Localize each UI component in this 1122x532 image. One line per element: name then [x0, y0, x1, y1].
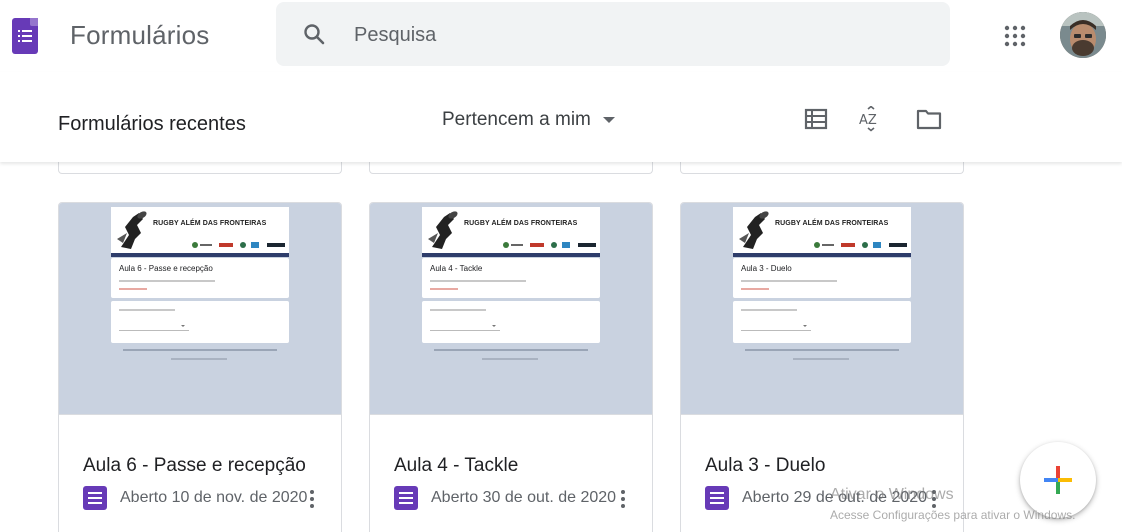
new-form-fab-button[interactable] [1020, 442, 1096, 518]
form-header-title: RUGBY ALÉM DAS FRONTEIRAS [153, 220, 267, 227]
form-title-section: Aula 4 - Tackle [422, 258, 600, 298]
form-header-image: RUGBY ALÉM DAS FRONTEIRAS [111, 207, 289, 253]
form-card-meta: Aberto 30 de out. de 2020 [394, 486, 616, 510]
form-header-title: RUGBY ALÉM DAS FRONTEIRAS [464, 220, 578, 227]
rugby-player-illustration [739, 211, 769, 249]
search-icon[interactable] [302, 22, 326, 46]
rugby-player-illustration [428, 211, 458, 249]
forms-grid: RUGBY ALÉM DAS FRONTEIRAS Aula 6 - Passe… [0, 142, 1122, 532]
forms-home-page: Formulários Pesquisa Formulários recente… [0, 0, 1122, 532]
form-question-section [111, 301, 289, 343]
sponsor-logos [814, 242, 907, 248]
folder-icon[interactable] [916, 106, 942, 132]
more-vert-icon[interactable] [307, 487, 317, 511]
form-header-band [733, 253, 911, 257]
form-thumbnail-title: Aula 4 - Tackle [430, 264, 483, 273]
form-card-meta: Aberto 29 de out. de 2020 [705, 486, 927, 510]
opened-date: Aberto 29 de out. de 2020 [742, 489, 928, 506]
form-thumbnail-title: Aula 3 - Duelo [741, 264, 792, 273]
more-vert-icon[interactable] [929, 487, 939, 511]
owner-filter-dropdown[interactable]: Pertencem a mim [442, 107, 615, 133]
recent-forms-toolbar: Formulários recentes Pertencem a mim AZ [0, 72, 1122, 162]
opened-date: Aberto 30 de out. de 2020 [431, 489, 617, 506]
sponsor-logos [192, 242, 285, 248]
more-vert-icon[interactable] [618, 487, 628, 511]
form-title-section: Aula 6 - Passe e recepção [111, 258, 289, 298]
search-input[interactable] [354, 20, 914, 50]
google-forms-logo-icon[interactable] [12, 18, 38, 54]
form-card-title[interactable]: Aula 6 - Passe e recepção [83, 455, 306, 477]
form-thumbnail[interactable]: RUGBY ALÉM DAS FRONTEIRAS Aula 3 - Duelo [681, 203, 963, 415]
form-question-section [733, 301, 911, 343]
form-header-band [422, 253, 600, 257]
form-header-image: RUGBY ALÉM DAS FRONTEIRAS [733, 207, 911, 253]
sort-az-icon[interactable]: AZ [858, 105, 884, 132]
google-forms-icon [394, 486, 418, 510]
google-forms-icon [83, 486, 107, 510]
form-card-meta: Aberto 10 de nov. de 2020 [83, 486, 307, 510]
sort-icon-text: AZ [859, 113, 877, 128]
sponsor-logos [503, 242, 596, 248]
search-bar[interactable] [276, 2, 950, 66]
form-card-title[interactable]: Aula 3 - Duelo [705, 455, 825, 477]
form-thumbnail[interactable]: RUGBY ALÉM DAS FRONTEIRAS Aula 4 - Tackl… [370, 203, 652, 415]
section-title: Formulários recentes [58, 113, 246, 135]
form-thumbnail[interactable]: RUGBY ALÉM DAS FRONTEIRAS Aula 6 - Passe… [59, 203, 341, 415]
plus-icon [1044, 466, 1072, 494]
google-forms-icon [705, 486, 729, 510]
form-header-image: RUGBY ALÉM DAS FRONTEIRAS [422, 207, 600, 253]
owner-filter-label: Pertencem a mim [442, 109, 591, 130]
form-card[interactable]: RUGBY ALÉM DAS FRONTEIRAS Aula 4 - Tackl… [369, 202, 653, 532]
apps-grid-icon[interactable] [1003, 24, 1027, 48]
form-card[interactable]: RUGBY ALÉM DAS FRONTEIRAS Aula 3 - Duelo [680, 202, 964, 532]
app-title[interactable]: Formulários [70, 20, 209, 51]
rugby-player-illustration [117, 211, 147, 249]
form-title-section: Aula 3 - Duelo [733, 258, 911, 298]
form-question-section [422, 301, 600, 343]
form-header-band [111, 253, 289, 257]
app-bar: Formulários [0, 0, 1122, 72]
form-card-title[interactable]: Aula 4 - Tackle [394, 455, 518, 477]
form-card[interactable]: RUGBY ALÉM DAS FRONTEIRAS Aula 6 - Passe… [58, 202, 342, 532]
account-avatar[interactable] [1060, 12, 1106, 58]
form-thumbnail-title: Aula 6 - Passe e recepção [119, 264, 213, 273]
form-header-title: RUGBY ALÉM DAS FRONTEIRAS [775, 220, 889, 227]
list-view-icon[interactable] [803, 106, 829, 132]
opened-date: Aberto 10 de nov. de 2020 [120, 489, 308, 506]
dropdown-arrow-icon [602, 117, 615, 123]
